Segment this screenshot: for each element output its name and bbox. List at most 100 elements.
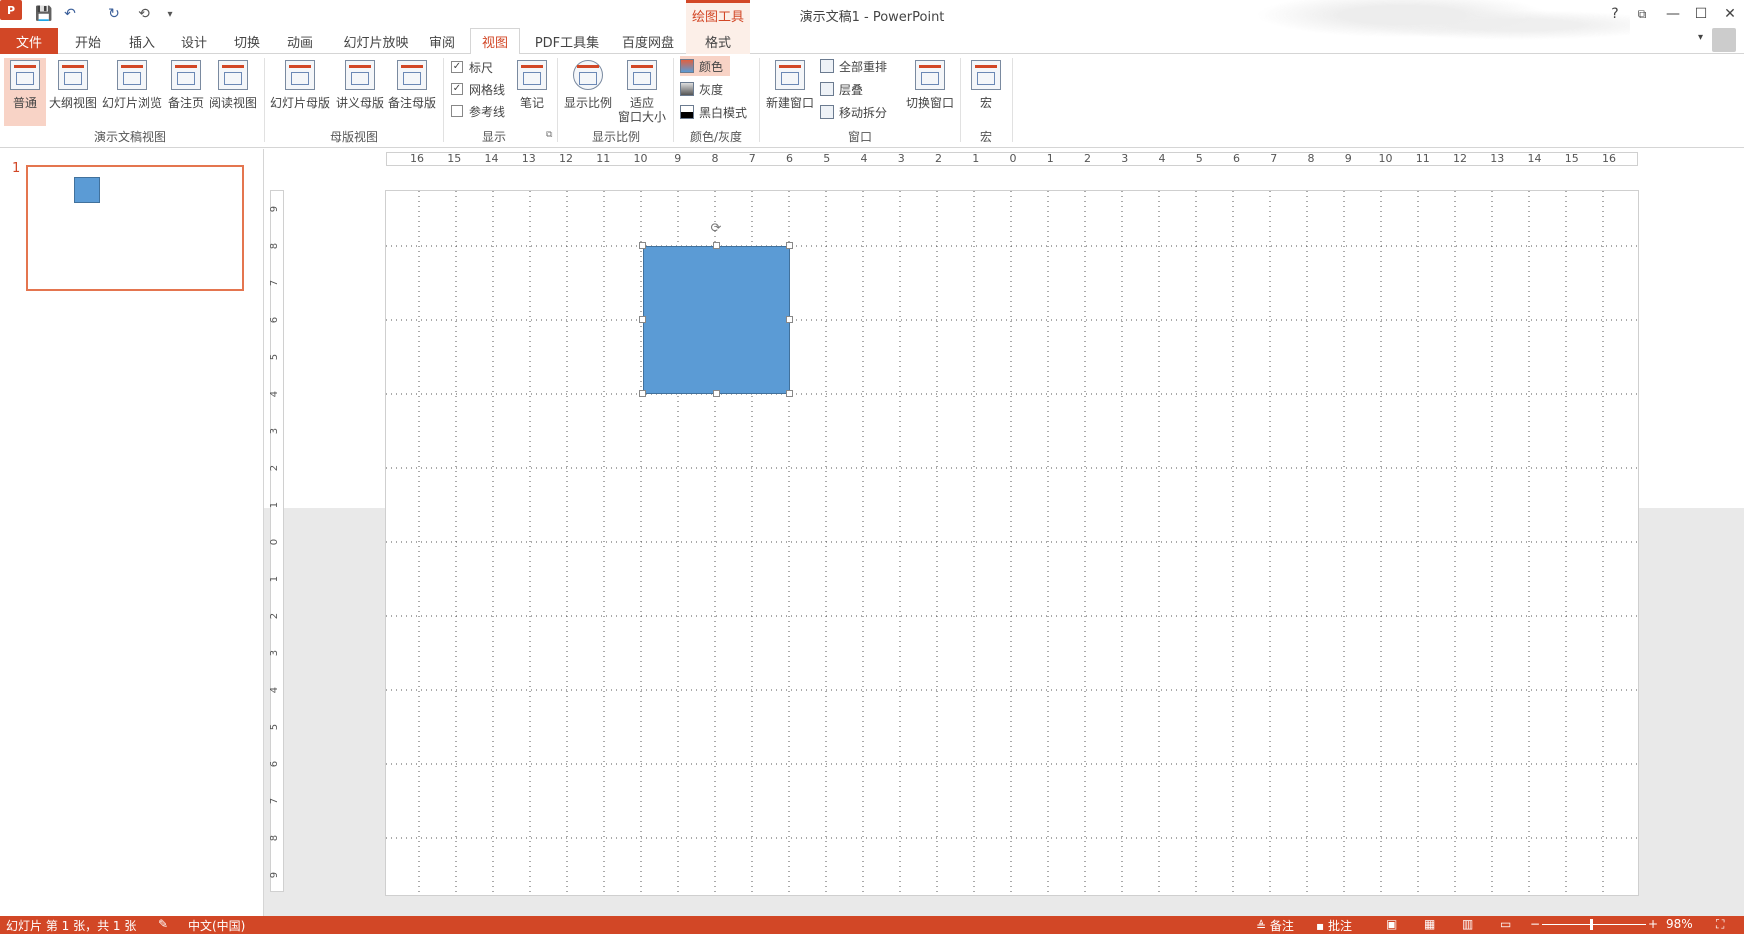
switch-windows-button[interactable]: 切换窗口 bbox=[902, 58, 958, 126]
slide-canvas[interactable]: ⟳ bbox=[385, 190, 1639, 896]
resize-handle-w[interactable] bbox=[639, 316, 646, 323]
ruler-tick-label: 14 bbox=[484, 152, 499, 165]
zoom-in-button[interactable]: + bbox=[1648, 917, 1658, 931]
powerpoint-app-icon[interactable]: P bbox=[0, 0, 22, 20]
zoom-slider[interactable] bbox=[1542, 924, 1646, 925]
ruler-tick-label: 0 bbox=[1009, 152, 1017, 165]
close-button[interactable]: ✕ bbox=[1718, 4, 1742, 24]
horizontal-ruler[interactable]: 16 15 14 13 12 11 10 9 8 7 6 5 4 3 2 1 0 1 2 3 4 5 6 7 8 9 10 11 12 1… bbox=[386, 152, 1638, 166]
customize-qat-icon[interactable]: ▾ bbox=[160, 4, 180, 24]
color-mode-button[interactable]: 颜色 bbox=[680, 56, 730, 76]
tab-transitions[interactable]: 切换 bbox=[229, 28, 265, 54]
notes-master-button[interactable]: 备注母版 bbox=[386, 58, 438, 126]
arrange-all-button[interactable]: 全部重排 bbox=[820, 56, 887, 76]
resize-handle-s[interactable] bbox=[713, 390, 720, 397]
help-button[interactable]: ? bbox=[1603, 4, 1627, 24]
cascade-button[interactable]: 层叠 bbox=[820, 79, 863, 99]
ruler-tick-label: 11 bbox=[596, 152, 611, 165]
slide-master-button[interactable]: 幻灯片母版 bbox=[268, 58, 332, 126]
resize-handle-nw[interactable] bbox=[639, 242, 646, 249]
zoom-out-button[interactable]: − bbox=[1530, 917, 1540, 931]
ruler-tick-label: 13 bbox=[1490, 152, 1505, 165]
minimize-button[interactable]: — bbox=[1661, 4, 1685, 24]
tab-file[interactable]: 文件 bbox=[0, 28, 58, 54]
resize-handle-n[interactable] bbox=[713, 242, 720, 249]
slideshow-status-icon[interactable]: ▭ bbox=[1500, 917, 1511, 931]
ruler-tick-label: 10 bbox=[633, 152, 648, 165]
macros-button[interactable]: 宏 bbox=[966, 58, 1006, 126]
selected-rectangle-shape[interactable] bbox=[643, 246, 790, 394]
tab-insert[interactable]: 插入 bbox=[124, 28, 160, 54]
fit-to-window-button[interactable]: 适应 窗口大小 bbox=[616, 58, 668, 126]
slide-sorter-status-icon[interactable]: ▦ bbox=[1424, 917, 1435, 931]
notes-page-button[interactable]: 备注页 bbox=[166, 58, 206, 126]
group-label-presentation-views: 演示文稿视图 bbox=[93, 130, 166, 144]
grayscale-button[interactable]: 灰度 bbox=[680, 79, 723, 99]
notes-button[interactable]: 笔记 bbox=[514, 58, 550, 126]
redo-icon[interactable]: ↻ bbox=[104, 4, 124, 24]
black-white-button[interactable]: 黑白模式 bbox=[680, 102, 747, 122]
tab-view[interactable]: 视图 bbox=[470, 28, 520, 55]
rotate-handle-icon[interactable]: ⟳ bbox=[709, 222, 723, 236]
group-separator bbox=[1012, 58, 1013, 142]
ruler-tick-label: 15 bbox=[447, 152, 462, 165]
tab-review[interactable]: 审阅 bbox=[424, 28, 460, 54]
ribbon-view: 普通 大纲视图 幻灯片浏览 备注页 阅读视图 演示文稿视图 幻灯片母版 讲义母版… bbox=[0, 54, 1744, 186]
normal-view-button[interactable]: 普通 bbox=[4, 58, 46, 126]
user-avatar[interactable] bbox=[1712, 28, 1736, 52]
outline-view-button[interactable]: 大纲视图 bbox=[48, 58, 98, 126]
gridlines bbox=[386, 191, 1638, 895]
spell-check-icon[interactable]: ✎ bbox=[158, 917, 168, 931]
zoom-button[interactable]: 显示比例 bbox=[562, 58, 614, 126]
slide-thumbnail-pane: 1 bbox=[0, 149, 264, 916]
resize-handle-e[interactable] bbox=[786, 316, 793, 323]
magnifier-icon bbox=[573, 60, 603, 90]
ruler-checkbox[interactable]: ✓ 标尺 bbox=[451, 58, 493, 76]
ruler-tick-label: 11 bbox=[1415, 152, 1430, 165]
start-slideshow-icon[interactable]: ⟲ bbox=[134, 4, 154, 24]
save-icon[interactable]: 💾 bbox=[34, 4, 54, 24]
ruler-tick-label: 4 bbox=[269, 686, 281, 694]
tab-format[interactable]: 格式 bbox=[686, 28, 750, 54]
guides-checkbox[interactable]: 参考线 bbox=[451, 102, 505, 120]
undo-icon[interactable]: ↶ bbox=[60, 4, 80, 24]
show-dialog-launcher-icon[interactable]: ⧉ bbox=[546, 130, 552, 140]
group-label-macros: 宏 bbox=[979, 130, 992, 144]
group-separator bbox=[443, 58, 444, 142]
reading-view-icon bbox=[218, 60, 248, 90]
ruler-tick-label: 6 bbox=[786, 152, 793, 165]
handout-master-button[interactable]: 讲义母版 bbox=[334, 58, 386, 126]
comments-toggle-button[interactable]: ▪ 批注 bbox=[1316, 917, 1352, 934]
tab-animations[interactable]: 动画 bbox=[282, 28, 318, 54]
reading-view-button[interactable]: 阅读视图 bbox=[208, 58, 258, 126]
notes-toggle-button[interactable]: ≜ 备注 bbox=[1256, 917, 1294, 934]
slide-sorter-button[interactable]: 幻灯片浏览 bbox=[100, 58, 164, 126]
tab-baidu-netdisk[interactable]: 百度网盘 bbox=[618, 28, 678, 54]
ribbon-display-options-button[interactable]: ⧉ bbox=[1630, 4, 1654, 24]
ruler-tick-label: 7 bbox=[269, 279, 281, 287]
ruler-tick-label: 1 bbox=[1046, 152, 1054, 165]
fit-slide-icon[interactable]: ⛶ bbox=[1716, 917, 1724, 932]
resize-handle-se[interactable] bbox=[786, 390, 793, 397]
ruler-tick-label: 7 bbox=[748, 152, 756, 165]
ruler-tick-label: 3 bbox=[1121, 152, 1129, 165]
gridlines-checkbox[interactable]: ✓ 网格线 bbox=[451, 80, 505, 98]
new-window-button[interactable]: 新建窗口 bbox=[764, 58, 816, 126]
ruler-tick-label: 13 bbox=[521, 152, 536, 165]
tab-home[interactable]: 开始 bbox=[70, 28, 106, 54]
normal-view-status-icon[interactable]: ▣ bbox=[1386, 917, 1397, 931]
tab-pdf-tools[interactable]: PDF工具集 bbox=[532, 28, 602, 54]
maximize-button[interactable]: ☐ bbox=[1689, 4, 1713, 24]
zoom-level[interactable]: 98% bbox=[1666, 917, 1693, 931]
zoom-slider-thumb[interactable] bbox=[1590, 919, 1593, 930]
reading-view-status-icon[interactable]: ▥ bbox=[1462, 917, 1473, 931]
vertical-ruler[interactable]: 9 8 7 6 5 4 3 2 1 0 1 2 3 4 5 6 7 8 9 bbox=[269, 190, 284, 892]
resize-handle-sw[interactable] bbox=[639, 390, 646, 397]
resize-handle-ne[interactable] bbox=[786, 242, 793, 249]
slide-thumbnail[interactable] bbox=[26, 165, 244, 291]
tab-slideshow[interactable]: 幻灯片放映 bbox=[336, 28, 416, 54]
move-split-button[interactable]: 移动拆分 bbox=[820, 102, 887, 122]
account-dropdown-icon[interactable]: ▾ bbox=[1698, 32, 1703, 43]
tab-design[interactable]: 设计 bbox=[176, 28, 212, 54]
language-indicator[interactable]: 中文(中国) bbox=[188, 917, 245, 934]
